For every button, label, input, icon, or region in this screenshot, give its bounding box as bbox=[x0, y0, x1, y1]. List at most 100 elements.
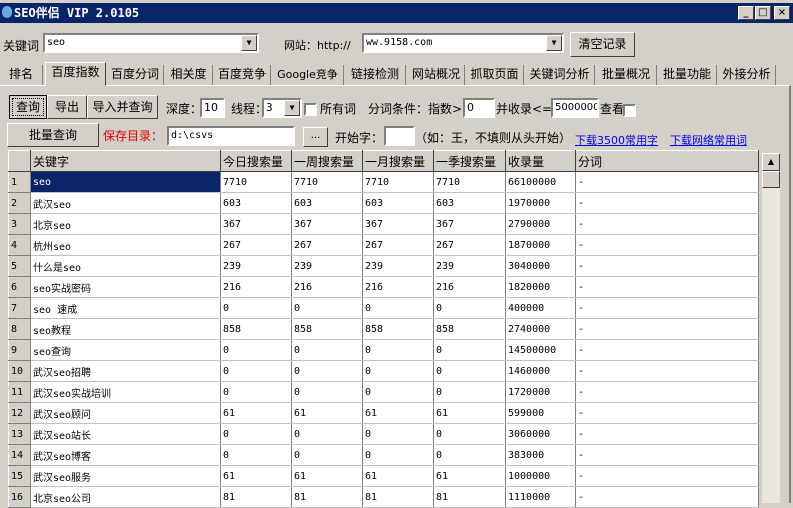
table-cell[interactable]: 216 bbox=[291, 276, 363, 298]
table-cell[interactable]: 66100000 bbox=[505, 171, 576, 193]
table-cell[interactable]: - bbox=[575, 360, 759, 382]
scroll-thumb[interactable] bbox=[762, 171, 780, 188]
table-cell[interactable]: seo实战密码 bbox=[30, 276, 221, 298]
table-cell[interactable]: seo bbox=[30, 171, 221, 193]
tab-7[interactable]: 网站概况 bbox=[408, 65, 465, 85]
row-number[interactable]: 8 bbox=[8, 318, 31, 340]
tab-11[interactable]: 批量功能 bbox=[658, 65, 717, 85]
tab-10[interactable]: 批量概况 bbox=[596, 65, 657, 85]
table-cell[interactable]: 0 bbox=[433, 444, 506, 466]
table-cell[interactable]: seo查询 bbox=[30, 339, 221, 361]
table-cell[interactable]: 3060000 bbox=[505, 423, 576, 445]
minimize-button[interactable]: _ bbox=[738, 6, 754, 20]
table-row[interactable]: 6 seo实战密码 216 216 216 216 1820000- bbox=[8, 276, 759, 298]
table-cell[interactable]: 0 bbox=[433, 423, 506, 445]
clear-history-button[interactable]: 清空记录 bbox=[570, 32, 635, 57]
table-cell[interactable]: 239 bbox=[291, 255, 363, 277]
table-cell[interactable]: 0 bbox=[220, 423, 292, 445]
table-cell[interactable]: 0 bbox=[433, 381, 506, 403]
table-cell[interactable]: 81 bbox=[362, 486, 434, 508]
table-cell[interactable]: 1460000 bbox=[505, 360, 576, 382]
row-number[interactable]: 14 bbox=[8, 444, 31, 466]
tab-0[interactable]: 排名 bbox=[0, 65, 43, 85]
table-cell[interactable]: 367 bbox=[433, 213, 506, 235]
row-number[interactable]: 13 bbox=[8, 423, 31, 445]
vertical-scrollbar[interactable]: ▲ bbox=[762, 153, 780, 503]
table-cell[interactable]: 858 bbox=[291, 318, 363, 340]
table-cell[interactable]: 239 bbox=[220, 255, 292, 277]
table-cell[interactable]: 0 bbox=[291, 297, 363, 319]
row-number[interactable]: 10 bbox=[8, 360, 31, 382]
table-row[interactable]: 11 武汉seo实战培训 0 0 0 0 1720000- bbox=[8, 381, 759, 403]
table-cell[interactable]: 1110000 bbox=[505, 486, 576, 508]
table-cell[interactable]: seo 速成 bbox=[30, 297, 221, 319]
table-cell[interactable]: - bbox=[575, 423, 759, 445]
query-button[interactable]: 查询 bbox=[9, 95, 47, 119]
table-cell[interactable]: 14500000 bbox=[505, 339, 576, 361]
row-number[interactable]: 5 bbox=[8, 255, 31, 277]
table-cell[interactable]: 61 bbox=[362, 465, 434, 487]
browse-button[interactable]: ... bbox=[303, 127, 328, 147]
column-header[interactable]: 关键字 bbox=[30, 150, 221, 172]
table-cell[interactable]: 61 bbox=[362, 402, 434, 424]
table-row[interactable]: 16 北京seo公司 81 81 81 81 1110000- bbox=[8, 486, 759, 508]
batch-query-button[interactable]: 批量查询 bbox=[7, 123, 99, 147]
table-cell[interactable]: 7710 bbox=[220, 171, 292, 193]
table-cell[interactable]: - bbox=[575, 402, 759, 424]
table-cell[interactable]: 61 bbox=[433, 465, 506, 487]
chevron-down-icon[interactable]: ▼ bbox=[241, 35, 257, 51]
table-cell[interactable]: 2740000 bbox=[505, 318, 576, 340]
tab-5[interactable]: Google竞争 bbox=[272, 65, 344, 85]
close-button[interactable]: × bbox=[774, 6, 790, 20]
table-cell[interactable]: - bbox=[575, 276, 759, 298]
table-cell[interactable]: - bbox=[575, 318, 759, 340]
table-cell[interactable]: 0 bbox=[291, 339, 363, 361]
chevron-down-icon[interactable]: ▼ bbox=[546, 35, 562, 51]
column-header[interactable]: 一月搜索量 bbox=[362, 150, 434, 172]
table-cell[interactable]: 216 bbox=[362, 276, 434, 298]
table-cell[interactable]: - bbox=[575, 255, 759, 277]
table-cell[interactable]: 367 bbox=[220, 213, 292, 235]
tab-1[interactable]: 百度指数 bbox=[45, 62, 106, 86]
tab-12[interactable]: 外接分析 bbox=[718, 65, 776, 85]
row-number[interactable]: 12 bbox=[8, 402, 31, 424]
table-cell[interactable]: 0 bbox=[220, 297, 292, 319]
table-cell[interactable]: - bbox=[575, 486, 759, 508]
table-cell[interactable]: 267 bbox=[291, 234, 363, 256]
table-cell[interactable]: 0 bbox=[362, 444, 434, 466]
table-cell[interactable]: 603 bbox=[220, 192, 292, 214]
table-cell[interactable]: 武汉seo服务 bbox=[30, 465, 221, 487]
table-cell[interactable]: 239 bbox=[362, 255, 434, 277]
table-cell[interactable]: 858 bbox=[433, 318, 506, 340]
table-cell[interactable]: 216 bbox=[220, 276, 292, 298]
table-cell[interactable]: 367 bbox=[291, 213, 363, 235]
tab-4[interactable]: 百度竞争 bbox=[214, 65, 271, 85]
table-cell[interactable]: 400000 bbox=[505, 297, 576, 319]
table-cell[interactable]: 北京seo bbox=[30, 213, 221, 235]
tab-6[interactable]: 链接检测 bbox=[345, 65, 406, 85]
table-cell[interactable]: 0 bbox=[362, 360, 434, 382]
table-cell[interactable]: 武汉seo博客 bbox=[30, 444, 221, 466]
table-cell[interactable]: 603 bbox=[362, 192, 434, 214]
table-cell[interactable]: - bbox=[575, 297, 759, 319]
table-cell[interactable]: 0 bbox=[433, 339, 506, 361]
column-header[interactable]: 今日搜索量 bbox=[220, 150, 292, 172]
tab-9[interactable]: 关键词分析 bbox=[525, 65, 595, 85]
export-button[interactable]: 导出 bbox=[47, 95, 87, 119]
table-cell[interactable]: 1720000 bbox=[505, 381, 576, 403]
table-cell[interactable]: 0 bbox=[362, 423, 434, 445]
table-cell[interactable]: 81 bbox=[291, 486, 363, 508]
table-cell[interactable]: - bbox=[575, 465, 759, 487]
table-row[interactable]: 7 seo 速成 0 0 0 0 400000- bbox=[8, 297, 759, 319]
table-cell[interactable]: - bbox=[575, 234, 759, 256]
threads-select[interactable]: 3 ▼ bbox=[262, 98, 302, 118]
table-cell[interactable]: - bbox=[575, 171, 759, 193]
table-cell[interactable]: 599000 bbox=[505, 402, 576, 424]
keyword-combo[interactable]: seo ▼ bbox=[43, 33, 259, 53]
table-cell[interactable]: - bbox=[575, 444, 759, 466]
column-header[interactable] bbox=[8, 150, 31, 172]
table-cell[interactable]: 什么是seo bbox=[30, 255, 221, 277]
table-cell[interactable]: 1970000 bbox=[505, 192, 576, 214]
row-number[interactable]: 16 bbox=[8, 486, 31, 508]
table-cell[interactable]: 61 bbox=[220, 465, 292, 487]
